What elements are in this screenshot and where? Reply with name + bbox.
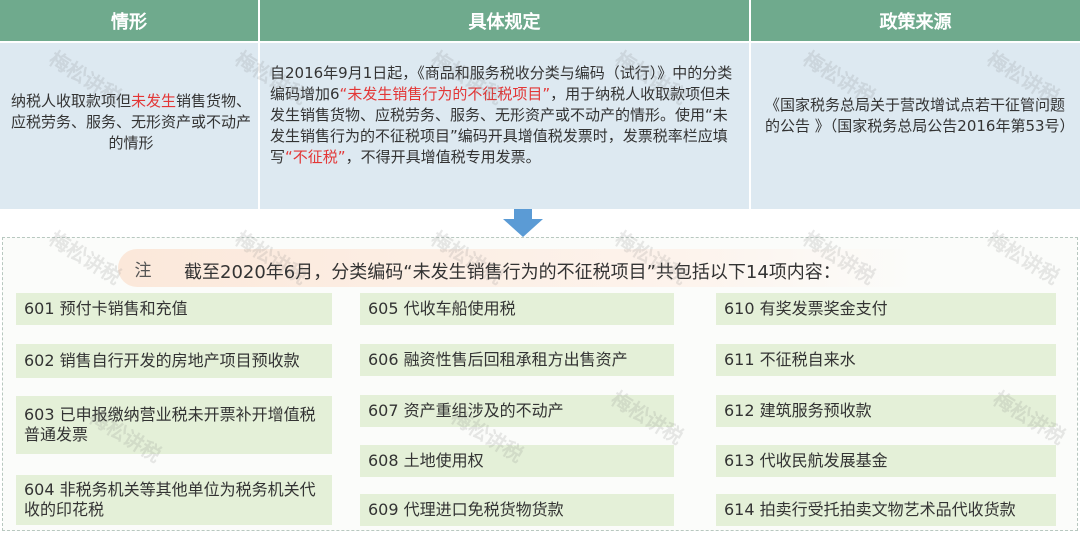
list-item-610: 610 有奖发票奖金支付 [716,293,1056,325]
header-situation: 情形 [0,0,258,41]
note-text: 截至2020年6月，分类编码“未发生销售行为的不征税项目”共包括以下14项内容： [184,262,841,283]
header-source: 政策来源 [749,0,1080,41]
table-row: 纳税人收取款项但未发生销售货物、应税劳务、服务、无形资产或不动产的情形 自201… [0,43,1080,209]
list-item-608: 608 土地使用权 [360,445,674,477]
situation-highlight: 未发生 [130,92,176,110]
note-badge: 注 [134,260,152,281]
list-item-612: 612 建筑服务预收款 [716,395,1056,427]
down-arrow-icon [503,209,543,237]
list-item-605: 605 代收车船使用税 [360,293,674,325]
provision-cell: 自2016年9月1日起，《商品和服务税收分类与编码（试行）》中的分类编码增加6“… [258,43,749,209]
source-cell: 《国家税务总局关于营改增试点若干征管问题的公告 》（国家税务总局公告2016年第… [749,43,1080,209]
situation-cell: 纳税人收取款项但未发生销售货物、应税劳务、服务、无形资产或不动产的情形 [0,43,258,209]
provision-quote-1: “未发生销售行为的不征税项目” [339,85,551,103]
provision-text-3: ，不得开具增值税专用发票。 [345,148,541,166]
list-item-606: 606 融资性售后回租承租方出售资产 [360,344,674,376]
list-item-602: 602 销售自行开发的房地产项目预收款 [16,344,332,378]
provision-quote-2: “不征税” [285,148,346,166]
list-item-611: 611 不征税自来水 [716,344,1056,376]
list-item-607: 607 资产重组涉及的不动产 [360,395,674,427]
list-item-604: 604 非税务机关等其他单位为税务机关代收的印花税 [16,475,332,525]
situation-text: 纳税人收取款项但 [10,92,131,110]
list-item-603: 603 已申报缴纳营业税未开票补开增值税普通发票 [16,396,332,454]
source-text: 《国家税务总局关于营改增试点若干征管问题的公告 》（国家税务总局公告2016年第… [765,96,1075,135]
header-provision: 具体规定 [258,0,749,41]
list-item-614: 614 拍卖行受托拍卖文物艺术品代收货款 [716,494,1056,526]
list-item-609: 609 代理进口免税货物货款 [360,494,674,526]
list-item-601: 601 预付卡销售和充值 [16,293,332,325]
table-header: 情形 具体规定 政策来源 [0,0,1080,41]
list-item-613: 613 代收民航发展基金 [716,445,1056,477]
